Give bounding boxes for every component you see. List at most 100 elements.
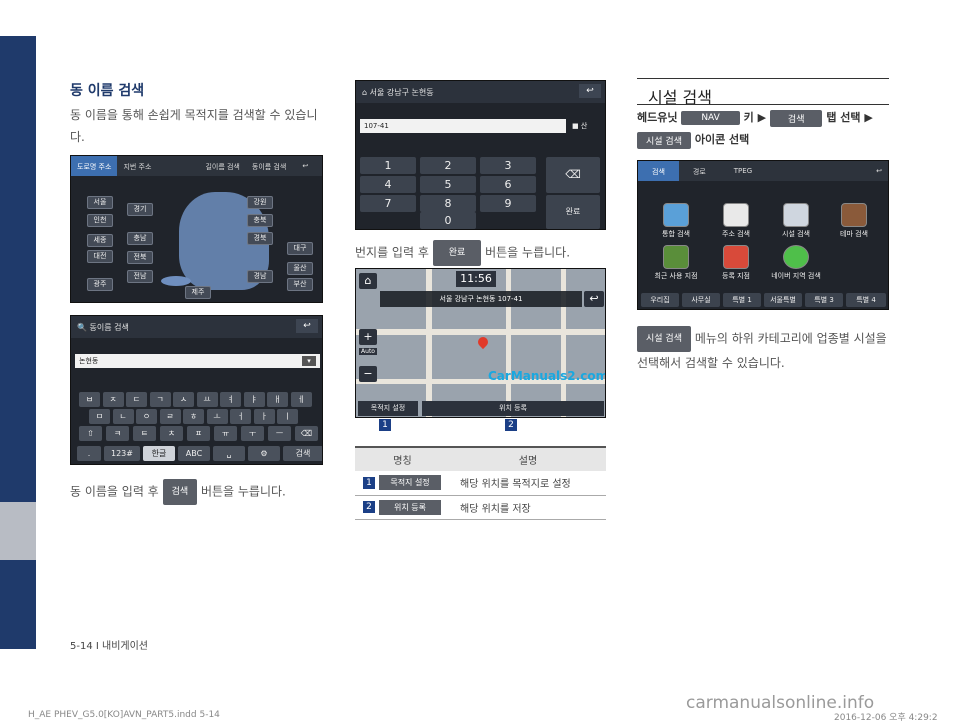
shortcut-special-3[interactable]: 특별 3 <box>805 293 843 307</box>
shortcut-office[interactable]: 사무실 <box>682 293 720 307</box>
theme-search-icon[interactable] <box>841 203 867 227</box>
key-5[interactable]: 5 <box>420 176 476 193</box>
keyboard-key[interactable]: ㅕ <box>220 392 241 407</box>
keyboard-key[interactable]: ⚙ <box>248 446 280 461</box>
keyboard-key[interactable]: ㅐ <box>267 392 288 407</box>
keyboard-key[interactable]: ␣ <box>213 446 245 461</box>
key-9[interactable]: 9 <box>480 195 536 212</box>
region-gyeonggi[interactable]: 경기 <box>127 203 153 216</box>
region-chungbuk[interactable]: 충북 <box>247 214 273 227</box>
tab-route[interactable]: 경로 <box>679 161 720 181</box>
zoom-in-icon[interactable]: + <box>359 329 377 345</box>
naver-local-search-icon[interactable] <box>783 245 809 269</box>
key-0[interactable]: 0 <box>420 212 476 229</box>
keyboard-key[interactable]: ㅍ <box>187 426 210 441</box>
keyboard-key[interactable]: ㄴ <box>112 409 134 424</box>
keyboard-key[interactable]: ㅌ <box>133 426 156 441</box>
keyboard-key[interactable]: ㅅ <box>173 392 194 407</box>
zoom-out-icon[interactable]: − <box>359 366 377 382</box>
keyboard-key[interactable]: ㅋ <box>106 426 129 441</box>
keyboard-key[interactable]: ㅗ <box>206 409 228 424</box>
region-gyeongnam[interactable]: 경남 <box>247 270 273 283</box>
region-gangwon[interactable]: 강원 <box>247 196 273 209</box>
back-icon[interactable]: ↩ <box>579 84 601 98</box>
key-7[interactable]: 7 <box>360 195 416 212</box>
key-8[interactable]: 8 <box>420 195 476 212</box>
keyboard-key[interactable]: ㅜ <box>241 426 264 441</box>
keyboard-key[interactable]: ㅂ <box>79 392 100 407</box>
region-jeonnam[interactable]: 전남 <box>127 270 153 283</box>
region-gyeongbuk[interactable]: 경북 <box>247 232 273 245</box>
keyboard-key[interactable]: ㅈ <box>102 392 124 407</box>
keyboard-key[interactable]: ㅛ <box>196 392 218 407</box>
region-sejong[interactable]: 세종 <box>87 234 113 247</box>
key-6[interactable]: 6 <box>480 176 536 193</box>
region-incheon[interactable]: 인천 <box>87 214 113 227</box>
register-location-button[interactable]: 위치 등록 <box>422 401 604 416</box>
keyboard-key[interactable]: ㄱ <box>149 392 171 407</box>
keyboard-key[interactable]: ㅏ <box>253 409 275 424</box>
key-4[interactable]: 4 <box>360 176 416 193</box>
back-icon[interactable]: ↩ <box>870 161 888 181</box>
keyboard-key[interactable]: ⇧ <box>79 426 102 441</box>
done-button[interactable]: 완료 <box>546 195 600 229</box>
tab-street-search[interactable]: 길이름 검색 <box>199 156 245 176</box>
region-ulsan[interactable]: 울산 <box>287 262 313 275</box>
keyboard-key[interactable]: ABC <box>178 446 210 461</box>
keyboard-key[interactable]: ㅊ <box>160 426 183 441</box>
key-1[interactable]: 1 <box>360 157 416 174</box>
keyboard-key[interactable]: ㅇ <box>136 409 157 424</box>
back-icon[interactable]: ↩ <box>296 319 318 333</box>
shortcut-home[interactable]: 우리집 <box>641 293 679 307</box>
home-icon[interactable]: ⌂ <box>359 273 377 289</box>
saved-places-icon[interactable] <box>723 245 749 269</box>
region-daegu[interactable]: 대구 <box>287 242 313 255</box>
keyboard-key[interactable]: ㅣ <box>277 409 298 424</box>
keyboard-key[interactable]: ㅓ <box>230 409 251 424</box>
tab-dong-search[interactable]: 동이름 검색 <box>246 156 292 176</box>
shortcut-special-4[interactable]: 특별 4 <box>846 293 886 307</box>
integrated-search-icon[interactable] <box>663 203 689 227</box>
keyboard-key[interactable]: 123# <box>104 446 140 461</box>
backspace-icon[interactable]: ⌫ <box>546 157 600 193</box>
tab-tpeg[interactable]: TPEG <box>720 161 766 181</box>
tab-search[interactable]: 검색 <box>638 161 679 181</box>
address-search-icon[interactable] <box>723 203 749 227</box>
region-chungnam[interactable]: 충남 <box>127 232 153 245</box>
keyboard-key[interactable]: ㅡ <box>268 426 291 441</box>
region-busan[interactable]: 부산 <box>287 278 313 291</box>
dropdown-icon[interactable]: ▾ <box>302 356 316 366</box>
region-jeju[interactable]: 제주 <box>185 286 211 299</box>
facility-search-icon[interactable] <box>783 203 809 227</box>
keyboard-key[interactable]: ㅑ <box>243 392 265 407</box>
keyboard-key[interactable]: ㅠ <box>214 426 237 441</box>
tab-road-address[interactable]: 도로명 주소 <box>71 156 118 176</box>
tab-lot-address[interactable]: 지번 주소 <box>117 156 157 176</box>
region-seoul[interactable]: 서울 <box>87 196 113 209</box>
key-2[interactable]: 2 <box>420 157 476 174</box>
region-jeonbuk[interactable]: 전북 <box>127 251 153 264</box>
region-gwangju[interactable]: 광주 <box>87 278 113 291</box>
keyboard-key[interactable]: ⌫ <box>295 426 318 441</box>
mountain-checkbox[interactable]: ■ 산 <box>572 121 587 131</box>
dong-input[interactable]: 논현동 <box>75 354 320 368</box>
set-destination-button[interactable]: 목적지 설정 <box>358 401 418 416</box>
key-3[interactable]: 3 <box>480 157 536 174</box>
lot-number-input[interactable]: 107-41 <box>360 119 566 133</box>
keyboard-key[interactable]: . <box>77 446 101 461</box>
keyboard-key[interactable]: 검색 <box>283 446 322 461</box>
keyboard-key[interactable]: ㄹ <box>159 409 181 424</box>
back-icon[interactable]: ↩ <box>584 291 604 307</box>
keyboard-key[interactable]: 한글 <box>143 446 175 461</box>
watermark: CarManuals2.com <box>488 369 606 383</box>
jeju-map-shape <box>161 276 191 286</box>
region-daejeon[interactable]: 대전 <box>87 250 113 263</box>
back-icon[interactable]: ↩ <box>296 156 314 176</box>
keyboard-key[interactable]: ㅁ <box>89 409 110 424</box>
shortcut-special-1[interactable]: 특별 1 <box>723 293 761 307</box>
keyboard-key[interactable]: ㄷ <box>126 392 147 407</box>
recent-places-icon[interactable] <box>663 245 689 269</box>
keyboard-key[interactable]: ㅔ <box>290 392 312 407</box>
shortcut-special-2[interactable]: 서울특별 <box>764 293 802 307</box>
keyboard-key[interactable]: ㅎ <box>183 409 204 424</box>
